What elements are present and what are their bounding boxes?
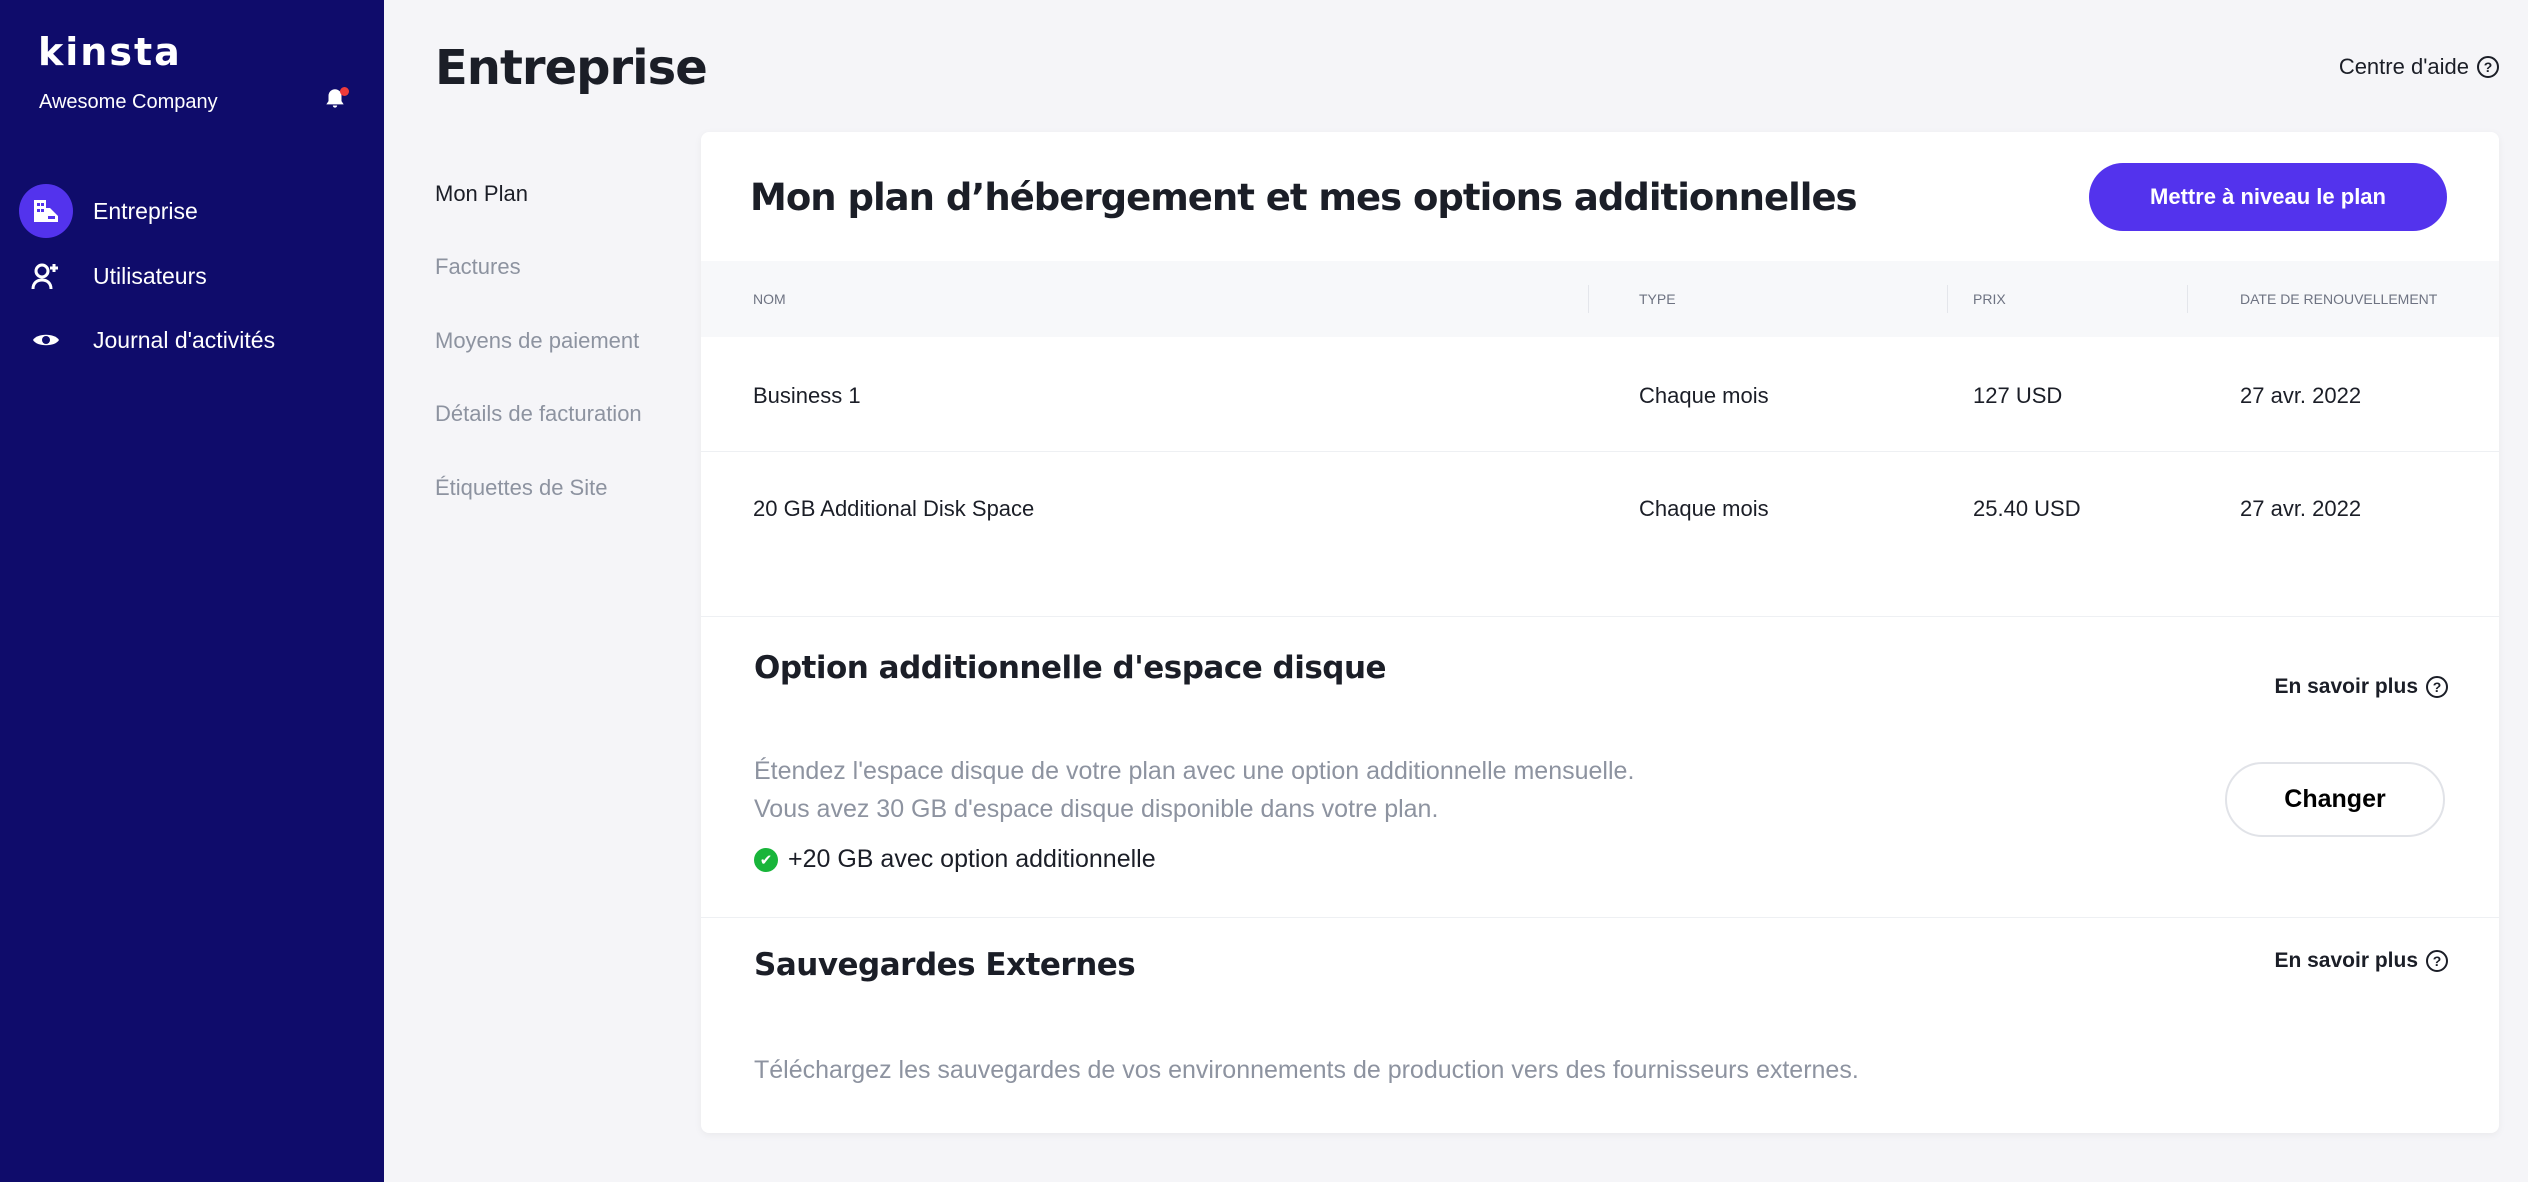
column-header-date[interactable]: Date de renouvellement: [2240, 291, 2437, 307]
learn-more-label: En savoir plus: [2274, 675, 2418, 698]
addon-status-label: +20 GB avec option additionnelle: [788, 845, 1156, 873]
cell-type: Chaque mois: [1639, 383, 1769, 408]
company-name[interactable]: Awesome Company: [39, 91, 218, 114]
page-title: Entreprise: [435, 40, 708, 96]
disk-description-1: Étendez l'espace disque de votre plan av…: [754, 757, 1635, 785]
change-button[interactable]: Changer: [2225, 762, 2445, 837]
column-header-prix[interactable]: Prix: [1973, 291, 2006, 307]
help-label: Centre d'aide: [2338, 54, 2469, 79]
row-divider: [701, 451, 2499, 452]
subnav-moyens-paiement[interactable]: Moyens de paiement: [435, 328, 639, 354]
notification-dot: [340, 87, 349, 96]
disk-addon-title: Option additionnelle d'espace disque: [754, 650, 1387, 686]
disk-learn-more-link[interactable]: En savoir plus?: [2274, 675, 2448, 699]
cell-date: 27 avr. 2022: [2240, 383, 2362, 408]
cell-name: Business 1: [753, 383, 861, 408]
sidebar: kinsta Awesome Company Entreprise Utilis…: [0, 0, 384, 1182]
sidebar-item-label: Entreprise: [93, 197, 198, 224]
sidebar-item-journal[interactable]: Journal d'activités: [0, 313, 275, 367]
column-divider: [2187, 285, 2188, 313]
kinsta-logo[interactable]: kinsta: [38, 30, 182, 74]
cell-date: 27 avr. 2022: [2240, 496, 2362, 521]
sidebar-item-entreprise[interactable]: Entreprise: [0, 184, 198, 238]
cell-price: 127 USD: [1973, 383, 2063, 408]
plan-title: Mon plan d’hébergement et mes options ad…: [750, 176, 1858, 219]
column-divider: [1588, 285, 1589, 313]
backup-learn-more-link[interactable]: En savoir plus?: [2274, 949, 2448, 973]
column-header-type[interactable]: Type: [1639, 291, 1676, 307]
table-header: Nom Type Prix Date de renouvellement: [701, 261, 2499, 337]
check-circle-icon: ✔: [754, 847, 778, 872]
sidebar-item-utilisateurs[interactable]: Utilisateurs: [0, 249, 207, 303]
disk-addon-status: ✔ +20 GB avec option additionnelle: [754, 845, 1156, 874]
eye-icon: [19, 313, 73, 367]
external-backups-title: Sauvegardes Externes: [754, 947, 1136, 983]
sidebar-item-label: Journal d'activités: [93, 326, 276, 353]
subnav-details-facturation[interactable]: Détails de facturation: [435, 401, 642, 427]
subnav-factures[interactable]: Factures: [435, 254, 521, 280]
user-plus-icon: [19, 249, 73, 303]
question-icon: ?: [2426, 950, 2448, 972]
cell-price: 25.40 USD: [1973, 496, 2081, 521]
subnav-etiquettes[interactable]: Étiquettes de Site: [435, 475, 607, 501]
question-icon: ?: [2426, 676, 2448, 698]
disk-description-2: Vous avez 30 GB d'espace disque disponib…: [754, 795, 1439, 823]
section-divider: [701, 917, 2499, 918]
section-divider: [701, 616, 2499, 617]
help-center-link[interactable]: Centre d'aide?: [2339, 54, 2499, 80]
learn-more-label: En savoir plus: [2274, 949, 2418, 972]
column-divider: [1947, 285, 1948, 313]
backup-description: Téléchargez les sauvegardes de vos envir…: [754, 1056, 1859, 1084]
question-icon: ?: [2477, 56, 2499, 78]
column-header-nom[interactable]: Nom: [753, 291, 786, 307]
sidebar-item-label: Utilisateurs: [93, 262, 207, 289]
subnav-mon-plan[interactable]: Mon Plan: [435, 181, 528, 207]
cell-type: Chaque mois: [1639, 496, 1769, 521]
cell-name: 20 GB Additional Disk Space: [753, 496, 1035, 521]
building-icon: [19, 184, 73, 238]
upgrade-plan-button[interactable]: Mettre à niveau le plan: [2089, 163, 2447, 231]
plan-card: Mon plan d’hébergement et mes options ad…: [701, 132, 2499, 1133]
